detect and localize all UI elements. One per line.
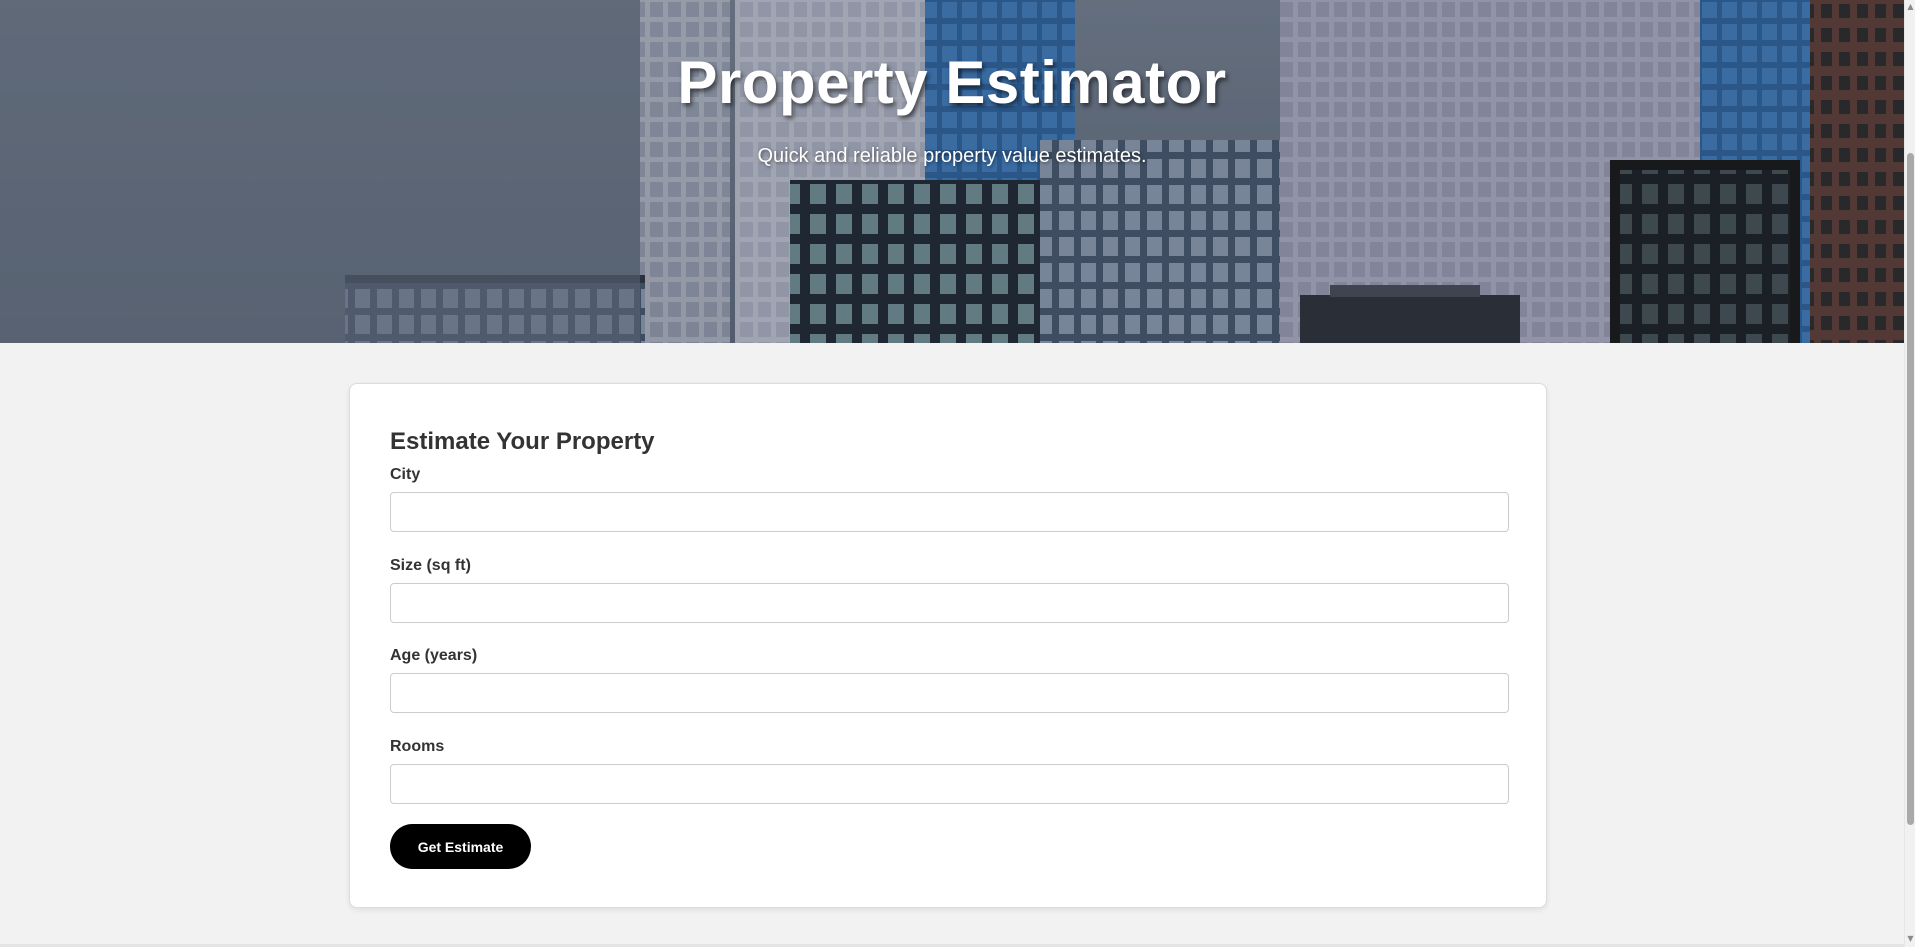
form-title: Estimate Your Property xyxy=(390,428,655,455)
scrollbar-thumb[interactable] xyxy=(1907,153,1914,825)
page-subtitle: Quick and reliable property value estima… xyxy=(757,145,1147,167)
city-label: City xyxy=(390,466,421,483)
age-label: Age (years) xyxy=(390,647,478,664)
city-input[interactable] xyxy=(390,492,1509,532)
hero-banner: Property Estimator Quick and reliable pr… xyxy=(0,0,1904,343)
size-input[interactable] xyxy=(390,583,1509,623)
size-label: Size (sq ft) xyxy=(390,557,471,574)
scroll-down-icon[interactable]: ▼ xyxy=(1906,933,1915,945)
scroll-up-icon[interactable]: ▲ xyxy=(1906,1,1915,13)
rooms-input[interactable] xyxy=(390,764,1509,804)
rooms-label: Rooms xyxy=(390,738,445,755)
estimate-form-card: Estimate Your Property City Size (sq ft)… xyxy=(349,383,1547,908)
vertical-scrollbar[interactable]: ▲ ▼ xyxy=(1904,0,1915,947)
get-estimate-button[interactable]: Get Estimate xyxy=(390,824,531,869)
page: Property Estimator Quick and reliable pr… xyxy=(0,0,1915,947)
page-title: Property Estimator xyxy=(677,49,1227,116)
age-input[interactable] xyxy=(390,673,1509,713)
